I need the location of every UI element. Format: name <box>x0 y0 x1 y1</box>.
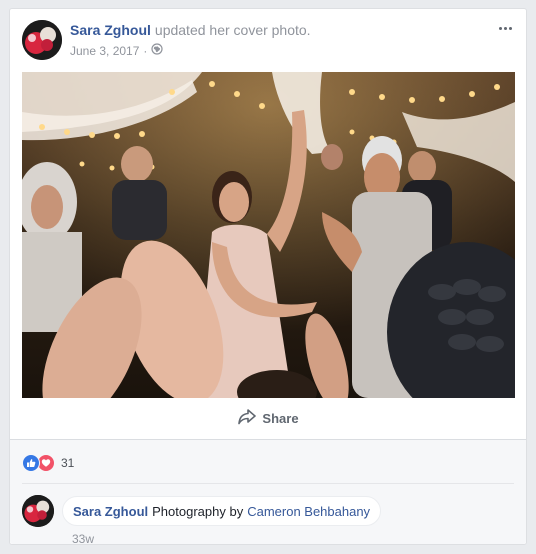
commenter-name-link[interactable]: Sara Zghoul <box>73 504 148 519</box>
comment-timestamp[interactable]: 33w <box>72 532 94 546</box>
reaction-count: 31 <box>61 456 75 470</box>
post-date-link[interactable]: June 3, 2017 <box>70 44 139 58</box>
post-card: Sara Zghoul updated her cover photo. June… <box>9 8 527 546</box>
author-name-link[interactable]: Sara Zghoul <box>70 22 151 38</box>
post-meta: June 3, 2017 · <box>70 43 164 58</box>
more-options-icon[interactable] <box>494 19 516 37</box>
like-reaction-icon <box>22 454 40 472</box>
post-actions: Share <box>22 399 515 437</box>
comments-divider <box>22 483 514 484</box>
comment-text: Photography by <box>152 503 244 519</box>
share-arrow-icon <box>238 408 257 428</box>
comment-bubble: Sara Zghoul Photography by Cameron Behba… <box>62 496 382 526</box>
meta-separator: · <box>143 43 148 58</box>
reactions-summary[interactable]: 31 <box>22 454 74 472</box>
cover-photo[interactable] <box>22 72 515 398</box>
share-button[interactable]: Share <box>238 408 299 428</box>
author-avatar[interactable] <box>22 20 62 60</box>
globe-icon[interactable] <box>151 43 164 58</box>
comment-mention-link[interactable]: Cameron Behbahany <box>247 504 370 519</box>
post-header-text: Sara Zghoul updated her cover photo. <box>70 22 311 38</box>
commenter-avatar[interactable] <box>22 495 54 527</box>
reactions-comments-section: 31 Sara Zghoul Photography by Cameron Be… <box>10 440 526 546</box>
share-label: Share <box>262 410 299 426</box>
post-action-text: updated her cover photo. <box>154 22 311 38</box>
